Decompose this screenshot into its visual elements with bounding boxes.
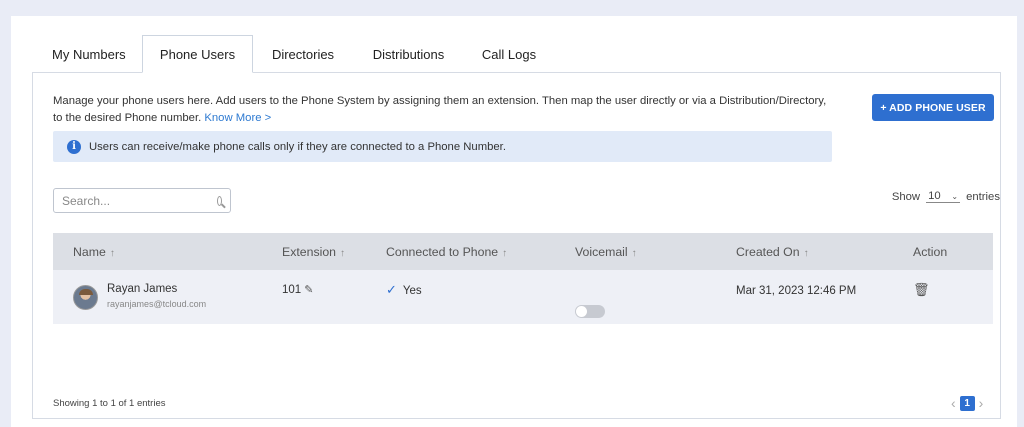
header-created-label: Created On [736,244,800,259]
info-banner: i Users can receive/make phone calls onl… [53,131,832,162]
entries-info: Showing 1 to 1 of 1 entries [53,398,166,409]
header-name[interactable]: Name ↑ [73,245,115,259]
entries-select[interactable]: 10 ⌄ [926,190,961,203]
tab-bar: My Numbers Phone Users Directories Distr… [32,35,554,73]
extension-value: 101 [282,284,302,296]
main-card: My Numbers Phone Users Directories Distr… [11,16,1017,427]
sort-icon: ↑ [340,247,346,259]
page-button[interactable]: 1 [959,395,975,411]
avatar [73,285,98,310]
user-email: rayanjames@tcloud.com [107,299,207,309]
chevron-left-icon[interactable]: ‹ [951,395,956,411]
chevron-right-icon[interactable]: › [979,395,984,411]
header-connected[interactable]: Connected to Phone ↑ [386,245,507,259]
users-table: Name ↑ Extension ↑ Connected to Phone ↑ Voi… [53,233,993,324]
header-name-label: Name [73,244,106,259]
tab-phone-users[interactable]: Phone Users [142,35,253,73]
description-text: Manage your phone users here. Add users … [53,95,827,124]
header-connected-label: Connected to Phone [386,244,499,259]
table-header: Name ↑ Extension ↑ Connected to Phone ↑ Voi… [53,233,993,270]
chevron-down-icon: ⌄ [951,191,959,201]
header-created[interactable]: Created On ↑ [736,245,809,259]
sort-icon: ↑ [109,247,115,259]
extension-cell: 101 ✎ [282,283,313,296]
show-entries: Show 10 ⌄ entries [870,190,1000,203]
header-action: Action [913,244,948,259]
info-icon: i [67,139,81,154]
header-extension-label: Extension [282,244,337,259]
table-row: Rayan James rayanjames@tcloud.com 101 ✎ ✓… [53,270,993,324]
tab-call-logs[interactable]: Call Logs [464,35,554,73]
description: Manage your phone users here. Add users … [53,93,833,127]
header-voicemail[interactable]: Voicemail ↑ [575,245,637,259]
know-more-link[interactable]: Know More > [204,112,271,124]
show-label: Show [891,190,921,203]
trash-icon[interactable]: 🗑 [913,282,930,298]
tab-directories[interactable]: Directories [253,35,353,73]
add-phone-user-button[interactable]: + ADD PHONE USER [872,94,994,121]
entries-value: 10 [928,190,941,202]
pagination: ‹ 1 › [951,395,983,411]
search-box [53,188,231,213]
sort-icon: ↑ [803,247,809,259]
entries-label: entries [966,190,1000,203]
check-icon: ✓ [386,282,397,297]
pencil-icon[interactable]: ✎ [304,283,313,296]
sort-icon: ↑ [631,247,637,259]
voicemail-toggle[interactable] [575,304,605,318]
search-icon[interactable] [217,195,222,206]
search-input[interactable] [62,193,217,208]
header-extension[interactable]: Extension ↑ [282,245,345,259]
sort-icon: ↑ [502,247,508,259]
header-voicemail-label: Voicemail [575,244,628,259]
info-banner-text: Users can receive/make phone calls only … [89,140,506,153]
connected-value: Yes [402,285,422,297]
created-on-value: Mar 31, 2023 12:46 PM [736,285,857,297]
tab-my-numbers[interactable]: My Numbers [32,35,142,73]
connected-cell: ✓ Yes [386,282,422,298]
tab-distributions[interactable]: Distributions [353,35,464,73]
phone-users-panel: Manage your phone users here. Add users … [32,72,1001,419]
user-name: Rayan James [107,283,178,295]
